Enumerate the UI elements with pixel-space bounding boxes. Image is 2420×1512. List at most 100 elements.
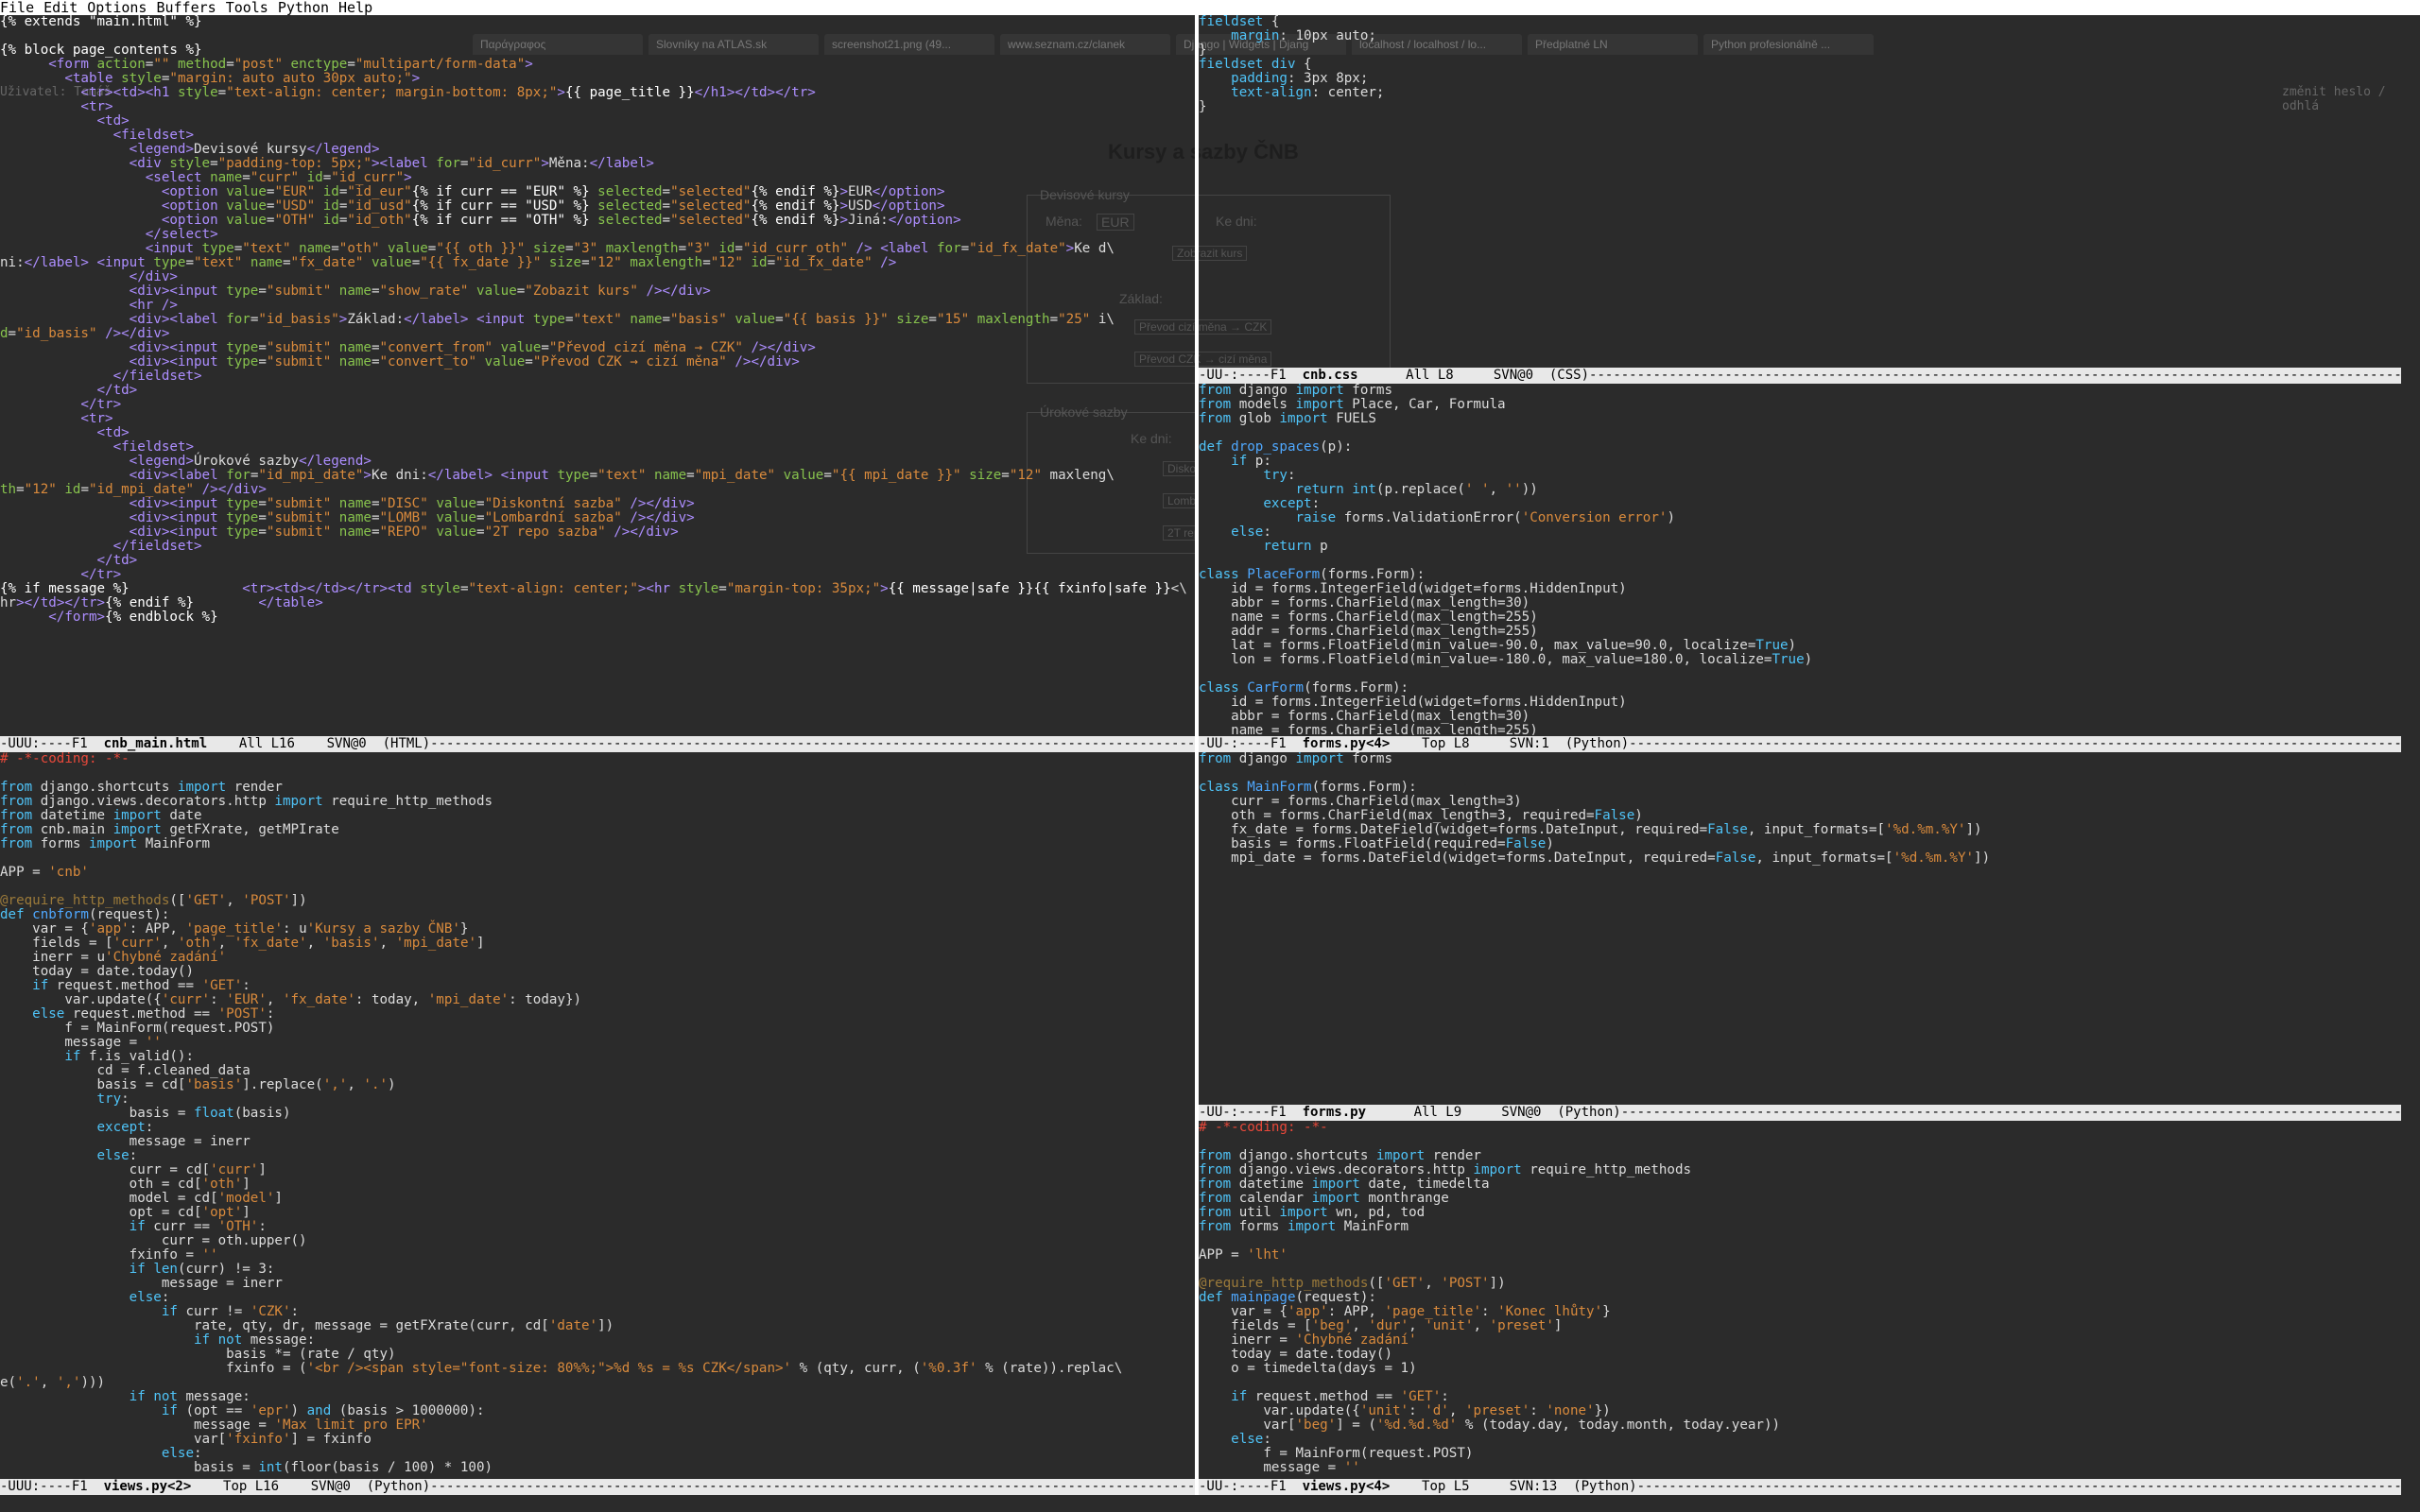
- code-line[interactable]: if curr == 'OTH':: [0, 1220, 1195, 1234]
- code-line[interactable]: basis = forms.FloatField(required=False): [1199, 837, 2401, 851]
- code-line[interactable]: from django.shortcuts import render: [0, 781, 1195, 795]
- editor-pane-views-py-4[interactable]: # -*-coding: -*- from django.shortcuts i…: [1199, 1121, 2401, 1495]
- code-line[interactable]: var.update({'unit': 'd', 'preset': 'none…: [1199, 1404, 2401, 1418]
- buffer-name[interactable]: forms.py: [1303, 1105, 1366, 1120]
- code-line[interactable]: from django import forms: [1199, 752, 2401, 766]
- code-line[interactable]: else request.method == 'POST':: [0, 1007, 1195, 1022]
- code-line[interactable]: inerr = 'Chybné zadání': [1199, 1333, 2401, 1348]
- code-line[interactable]: from glob import FUELS: [1199, 412, 2401, 426]
- code-line[interactable]: [0, 29, 1195, 43]
- code-line[interactable]: message = '': [1199, 1461, 2401, 1475]
- code-line[interactable]: basis *= (rate / qty): [0, 1348, 1195, 1362]
- code-line[interactable]: if not message:: [0, 1333, 1195, 1348]
- code-area[interactable]: {% extends "main.html" %} {% block page_…: [0, 15, 1195, 735]
- code-line[interactable]: <form action="" method="post" enctype="m…: [0, 58, 1195, 72]
- code-line[interactable]: class MainForm(forms.Form):: [1199, 781, 2401, 795]
- buffer-name[interactable]: cnb.css: [1303, 368, 1358, 383]
- code-line[interactable]: <tr>: [0, 100, 1195, 114]
- code-line[interactable]: var['fxinfo'] = fxinfo: [0, 1433, 1195, 1447]
- menu-edit[interactable]: Edit: [43, 0, 87, 16]
- code-line[interactable]: </div>: [0, 270, 1195, 284]
- code-line[interactable]: fx_date = forms.DateField(widget=forms.D…: [1199, 823, 2401, 837]
- code-line[interactable]: message = inerr: [0, 1135, 1195, 1149]
- code-line[interactable]: if p:: [1199, 455, 2401, 469]
- code-line[interactable]: id = forms.IntegerField(widget=forms.Hid…: [1199, 696, 2401, 710]
- code-line[interactable]: [1199, 766, 2401, 781]
- code-line[interactable]: <option value="EUR" id="id_eur"{% if cur…: [0, 185, 1195, 199]
- code-area[interactable]: fieldset { margin: 10px auto;} fieldset d…: [1199, 15, 2401, 367]
- code-line[interactable]: try:: [0, 1092, 1195, 1107]
- code-line[interactable]: today = date.today(): [1199, 1348, 2401, 1362]
- code-line[interactable]: from forms import MainForm: [1199, 1220, 2401, 1234]
- code-line[interactable]: addr = forms.CharField(max_length=255): [1199, 625, 2401, 639]
- code-line[interactable]: basis = float(basis): [0, 1107, 1195, 1121]
- code-line[interactable]: name = forms.CharField(max_length=255): [1199, 610, 2401, 625]
- editor-pane-cnb-css[interactable]: fieldset { margin: 10px auto;} fieldset d…: [1199, 15, 2401, 384]
- editor-pane-views-py-2[interactable]: # -*-coding: -*- from django.shortcuts i…: [0, 752, 1195, 1495]
- code-line[interactable]: inerr = u'Chybné zadání': [0, 951, 1195, 965]
- code-line[interactable]: class PlaceForm(forms.Form):: [1199, 568, 2401, 582]
- code-line[interactable]: from calendar import monthrange: [1199, 1192, 2401, 1206]
- code-line[interactable]: def cnbform(request):: [0, 908, 1195, 922]
- code-line[interactable]: lat = forms.FloatField(min_value=-90.0, …: [1199, 639, 2401, 653]
- code-line[interactable]: [1199, 667, 2401, 681]
- code-line[interactable]: except:: [0, 1121, 1195, 1135]
- code-line[interactable]: if f.is_valid():: [0, 1050, 1195, 1064]
- code-line[interactable]: else:: [1199, 1433, 2401, 1447]
- code-line[interactable]: cd = f.cleaned_data: [0, 1064, 1195, 1078]
- code-line[interactable]: rate, qty, dr, message = getFXrate(curr,…: [0, 1319, 1195, 1333]
- code-area[interactable]: from django import forms from models impo…: [1199, 384, 2401, 735]
- code-line[interactable]: basis = int(floor(basis / 100) * 100): [0, 1461, 1195, 1475]
- code-line[interactable]: }: [1199, 100, 2401, 114]
- code-line[interactable]: <legend>Úrokové sazby</legend>: [0, 455, 1195, 469]
- code-line[interactable]: abbr = forms.CharField(max_length=30): [1199, 596, 2401, 610]
- code-line[interactable]: d="id_basis" /></div>: [0, 327, 1195, 341]
- code-line[interactable]: o = timedelta(days = 1): [1199, 1362, 2401, 1376]
- code-line[interactable]: [1199, 426, 2401, 440]
- code-line[interactable]: if request.method == 'GET':: [0, 979, 1195, 993]
- code-line[interactable]: name = forms.CharField(max_length=255): [1199, 724, 2401, 736]
- code-line[interactable]: f = MainForm(request.POST): [1199, 1447, 2401, 1461]
- code-line[interactable]: fields = ['beg', 'dur', 'unit', 'preset'…: [1199, 1319, 2401, 1333]
- code-line[interactable]: abbr = forms.CharField(max_length=30): [1199, 710, 2401, 724]
- code-area[interactable]: # -*-coding: -*- from django.shortcuts i…: [1199, 1121, 2401, 1478]
- code-area[interactable]: from django import forms class MainForm(…: [1199, 752, 2401, 1104]
- code-line[interactable]: APP = 'lht': [1199, 1248, 2401, 1263]
- code-line[interactable]: except:: [1199, 497, 2401, 511]
- menu-tools[interactable]: Tools: [226, 0, 278, 16]
- code-area[interactable]: # -*-coding: -*- from django.shortcuts i…: [0, 752, 1195, 1478]
- code-line[interactable]: ni:</label> <input type="text" name="fx_…: [0, 256, 1195, 270]
- code-line[interactable]: mpi_date = forms.DateField(widget=forms.…: [1199, 851, 2401, 866]
- code-line[interactable]: [0, 880, 1195, 894]
- code-line[interactable]: </tr>: [0, 568, 1195, 582]
- code-line[interactable]: message = '': [0, 1036, 1195, 1050]
- buffer-name[interactable]: views.py<4>: [1303, 1479, 1391, 1494]
- code-line[interactable]: fxinfo = ('<br /><span style="font-size:…: [0, 1362, 1195, 1376]
- code-line[interactable]: from datetime import date: [0, 809, 1195, 823]
- code-line[interactable]: from django import forms: [1199, 384, 2401, 398]
- code-line[interactable]: [0, 766, 1195, 781]
- code-line[interactable]: {% if message %} <tr><td></td></tr><td s…: [0, 582, 1195, 596]
- code-line[interactable]: padding: 3px 8px;: [1199, 72, 2401, 86]
- code-line[interactable]: <div><input type="submit" name="REPO" va…: [0, 525, 1195, 540]
- code-line[interactable]: fxinfo = '': [0, 1248, 1195, 1263]
- code-line[interactable]: try:: [1199, 469, 2401, 483]
- code-line[interactable]: def drop_spaces(p):: [1199, 440, 2401, 455]
- code-line[interactable]: <input type="text" name="oth" value="{{ …: [0, 242, 1195, 256]
- buffer-name[interactable]: cnb_main.html: [104, 736, 208, 751]
- code-line[interactable]: <option value="OTH" id="id_oth"{% if cur…: [0, 214, 1195, 228]
- menu-options[interactable]: Options: [87, 0, 156, 16]
- code-line[interactable]: </tr>: [0, 398, 1195, 412]
- code-line[interactable]: <hr />: [0, 299, 1195, 313]
- code-line[interactable]: return int(p.replace(' ', '')): [1199, 483, 2401, 497]
- code-line[interactable]: opt = cd['opt']: [0, 1206, 1195, 1220]
- code-line[interactable]: return p: [1199, 540, 2401, 554]
- code-line[interactable]: from datetime import date, timedelta: [1199, 1177, 2401, 1192]
- code-line[interactable]: class CarForm(forms.Form):: [1199, 681, 2401, 696]
- code-line[interactable]: from django.views.decorators.http import…: [0, 795, 1195, 809]
- code-line[interactable]: <option value="USD" id="id_usd"{% if cur…: [0, 199, 1195, 214]
- code-line[interactable]: f = MainForm(request.POST): [0, 1022, 1195, 1036]
- code-line[interactable]: }: [1199, 43, 2401, 58]
- code-line[interactable]: @require_http_methods(['GET', 'POST']): [1199, 1277, 2401, 1291]
- code-line[interactable]: oth = cd['oth']: [0, 1177, 1195, 1192]
